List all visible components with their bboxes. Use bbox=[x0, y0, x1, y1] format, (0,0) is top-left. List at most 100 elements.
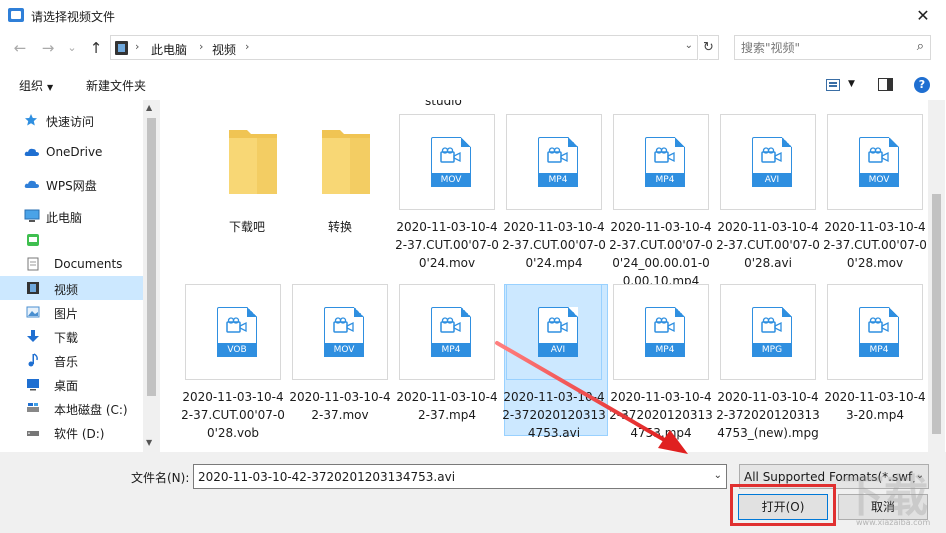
folder-icon bbox=[227, 124, 279, 196]
sidebar-item-drive-c[interactable]: 本地磁盘 (C:) bbox=[0, 396, 143, 420]
file-label-partial: studio bbox=[425, 100, 462, 108]
sidebar-item-desktop[interactable]: 桌面 bbox=[0, 372, 143, 396]
breadcrumb-separator: › bbox=[245, 40, 250, 53]
file-format-badge: VOB bbox=[217, 343, 257, 357]
app-icon bbox=[27, 234, 39, 246]
file-name: 2020-11-03-10-42-37.mp4 bbox=[396, 390, 498, 422]
video-folder-icon bbox=[115, 41, 128, 55]
file-name: 2020-11-03-10-42-3720201203134753_(new).… bbox=[716, 390, 820, 440]
file-list-scrollbar[interactable] bbox=[928, 100, 945, 452]
file-list: studio 下载吧 转换 MOV 2020-11-03-10-42-37.CUT.0… bbox=[163, 100, 928, 452]
search-box[interactable]: ⌕ bbox=[734, 35, 931, 60]
video-file-icon: AVI bbox=[752, 137, 792, 187]
file-name: 2020-11-03-10-42-37.CUT.00'07-00'24_00.0… bbox=[609, 220, 713, 288]
camera-icon bbox=[440, 147, 462, 163]
new-folder-button[interactable]: 新建文件夹 bbox=[86, 77, 146, 94]
scroll-down-icon[interactable]: ▼ bbox=[146, 438, 152, 447]
file-format-badge: MPG bbox=[752, 343, 792, 357]
watermark-logo: 下载 www.xiazaiba.com bbox=[840, 471, 931, 527]
file-format-badge: MP4 bbox=[431, 343, 471, 357]
camera-icon bbox=[440, 317, 462, 333]
file-format-badge: MP4 bbox=[859, 343, 899, 357]
sidebar-scroll-thumb[interactable] bbox=[147, 118, 156, 396]
file-thumbnail: MPG bbox=[720, 284, 816, 380]
organize-button[interactable]: 组织 ▼ bbox=[19, 77, 53, 94]
sidebar-item-drive-d[interactable]: 软件 (D:) bbox=[0, 420, 143, 444]
file-format-badge: MOV bbox=[324, 343, 364, 357]
video-file-icon: MOV bbox=[324, 307, 364, 357]
sidebar-item-pictures[interactable]: 图片 bbox=[0, 300, 143, 324]
file-name: 2020-11-03-10-43-20.mp4 bbox=[824, 390, 926, 422]
video-file-icon: MOV bbox=[431, 137, 471, 187]
file-format-badge: MP4 bbox=[538, 173, 578, 187]
file-name: 2020-11-03-10-42-37.CUT.00'07-00'28.avi bbox=[716, 220, 820, 270]
camera-icon bbox=[761, 317, 783, 333]
forward-arrow-icon[interactable]: → bbox=[38, 37, 58, 59]
sidebar-item-wps-drive[interactable]: WPS网盘 bbox=[0, 172, 143, 196]
breadcrumb-videos[interactable]: 视频 bbox=[212, 41, 236, 58]
file-format-badge: MP4 bbox=[645, 173, 685, 187]
help-icon[interactable]: ? bbox=[914, 77, 930, 93]
video-file-icon: MP4 bbox=[645, 307, 685, 357]
filename-label: 文件名(N): bbox=[131, 471, 190, 485]
sidebar-item-app[interactable] bbox=[0, 228, 143, 252]
camera-icon bbox=[868, 317, 890, 333]
computer-icon bbox=[24, 209, 40, 222]
camera-icon bbox=[654, 147, 676, 163]
close-button[interactable]: ✕ bbox=[900, 0, 946, 32]
breadcrumb-separator: › bbox=[135, 40, 140, 53]
search-icon[interactable]: ⌕ bbox=[917, 39, 924, 54]
file-format-badge: AVI bbox=[752, 173, 792, 187]
cloud-icon bbox=[24, 148, 39, 156]
search-input[interactable] bbox=[735, 36, 905, 59]
caret-down-icon: ▼ bbox=[47, 83, 54, 92]
file-format-badge: MOV bbox=[431, 173, 471, 187]
change-view-icon[interactable] bbox=[826, 79, 840, 91]
recent-locations-chevron-icon[interactable]: ⌄ bbox=[62, 37, 82, 59]
preview-pane-icon[interactable] bbox=[878, 78, 893, 91]
desktop-icon bbox=[27, 379, 39, 391]
up-arrow-icon[interactable]: ↑ bbox=[86, 37, 106, 59]
download-icon bbox=[27, 330, 39, 342]
video-file-icon: MP4 bbox=[431, 307, 471, 357]
filename-input[interactable]: 2020-11-03-10-42-3720201203134753.avi ⌄ bbox=[193, 464, 727, 489]
file-name: 2020-11-03-10-42-3720201203134753.mp4 bbox=[609, 390, 713, 440]
file-list-scroll-thumb[interactable] bbox=[932, 194, 941, 434]
video-folder-icon bbox=[27, 282, 39, 294]
back-arrow-icon[interactable]: ← bbox=[10, 37, 30, 59]
address-dropdown-icon[interactable]: ⌄ bbox=[685, 40, 693, 51]
filename-history-chevron-icon[interactable]: ⌄ bbox=[714, 470, 722, 481]
pictures-icon bbox=[26, 306, 40, 318]
drive-icon bbox=[27, 431, 39, 436]
address-bar[interactable]: › 此电脑 › 视频 › ⌄ bbox=[110, 35, 698, 60]
camera-icon bbox=[333, 317, 355, 333]
file-name: 2020-11-03-10-42-3720201203134753.avi bbox=[502, 390, 606, 440]
camera-icon bbox=[547, 147, 569, 163]
file-name: 2020-11-03-10-42-37.CUT.00'07-00'28.mov bbox=[823, 220, 927, 270]
refresh-icon[interactable]: ↻ bbox=[699, 35, 719, 60]
breadcrumb-this-pc[interactable]: 此电脑 bbox=[151, 41, 187, 58]
file-format-badge: MP4 bbox=[645, 343, 685, 357]
file-name: 2020-11-03-10-42-37.mov bbox=[289, 390, 391, 422]
sidebar-item-onedrive[interactable]: OneDrive bbox=[0, 140, 143, 164]
sidebar-item-music[interactable]: 音乐 bbox=[0, 348, 143, 372]
sidebar-item-quick-access[interactable]: 快速访问 bbox=[0, 108, 143, 132]
cloud-icon bbox=[24, 180, 39, 188]
video-file-icon: VOB bbox=[217, 307, 257, 357]
camera-icon bbox=[868, 147, 890, 163]
sidebar-item-videos[interactable]: 视频 bbox=[0, 276, 143, 300]
sidebar-scrollbar[interactable]: ▲ ▼ bbox=[143, 100, 160, 452]
file-thumbnail: MP4 bbox=[506, 114, 602, 210]
title-bar: 请选择视频文件 ✕ bbox=[0, 0, 946, 32]
camera-icon bbox=[654, 317, 676, 333]
camera-icon bbox=[547, 317, 569, 333]
folder-icon bbox=[320, 124, 372, 196]
file-thumbnail: MOV bbox=[827, 114, 923, 210]
app-icon bbox=[8, 8, 24, 22]
file-thumbnail: AVI bbox=[506, 284, 602, 380]
scroll-up-icon[interactable]: ▲ bbox=[146, 103, 152, 112]
sidebar-item-documents[interactable]: Documents bbox=[0, 252, 143, 276]
view-options-caret-icon[interactable]: ▼ bbox=[848, 79, 855, 89]
sidebar-item-this-pc[interactable]: 此电脑 bbox=[0, 204, 143, 228]
sidebar-item-downloads[interactable]: 下载 bbox=[0, 324, 143, 348]
